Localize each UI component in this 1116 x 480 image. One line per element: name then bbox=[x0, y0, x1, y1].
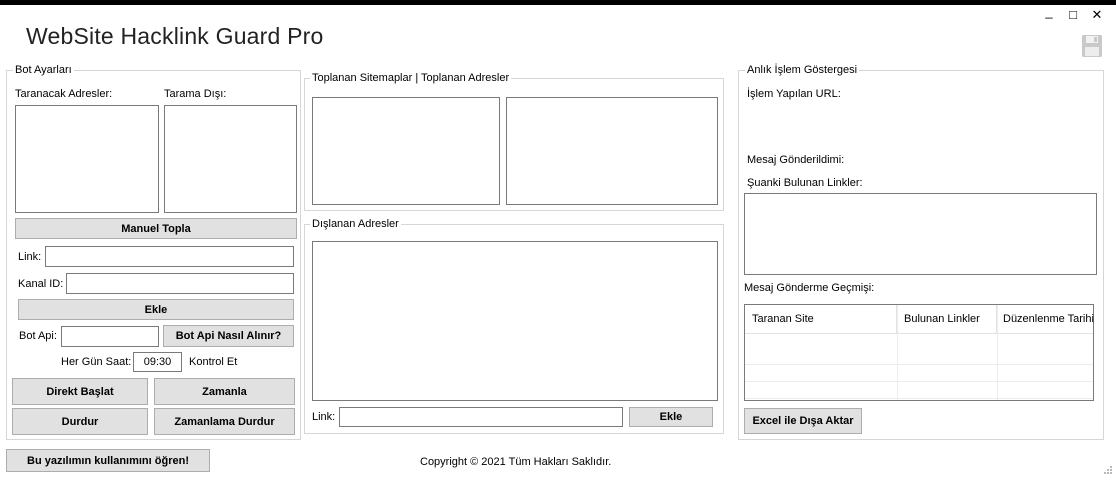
table-row[interactable] bbox=[745, 381, 1093, 399]
scan-exclude-list[interactable] bbox=[164, 105, 297, 213]
channel-id-label: Kanal ID: bbox=[18, 278, 64, 290]
learn-usage-button[interactable]: Bu yazılımın kullanımını öğren! bbox=[6, 449, 210, 472]
link-label: Link: bbox=[18, 251, 42, 263]
excluded-list[interactable] bbox=[312, 241, 718, 401]
manual-collect-button[interactable]: Manuel Topla bbox=[15, 218, 297, 239]
daily-time-label: Her Gün Saat: bbox=[61, 356, 132, 368]
collected-sitemaps-list[interactable] bbox=[312, 97, 500, 205]
current-links-list[interactable] bbox=[744, 193, 1097, 275]
link-input[interactable] bbox=[45, 246, 294, 267]
collected-addresses-list[interactable] bbox=[506, 97, 718, 205]
minimize-button[interactable]: _ bbox=[1041, 4, 1057, 20]
live-status-legend: Anlık İşlem Göstergesi bbox=[745, 64, 860, 76]
history-table[interactable]: Taranan Site Bulunan Linkler Düzenlenme … bbox=[744, 304, 1094, 401]
excluded-link-input[interactable] bbox=[339, 407, 623, 427]
top-border bbox=[0, 0, 1116, 5]
message-sent-label: Mesaj Gönderildimi: bbox=[747, 154, 845, 166]
stop-schedule-button[interactable]: Zamanlama Durdur bbox=[154, 408, 295, 435]
resize-grip-icon[interactable] bbox=[1103, 465, 1113, 477]
floppy-disk-icon[interactable] bbox=[1081, 34, 1103, 58]
table-header: Taranan Site Bulunan Linkler Düzenlenme … bbox=[745, 305, 1095, 334]
collected-legend: Toplanan Sitemaplar | Toplanan Adresler bbox=[310, 72, 512, 84]
scan-exclude-label: Tarama Dışı: bbox=[164, 88, 227, 100]
time-input[interactable] bbox=[133, 352, 182, 372]
excluded-legend: Dışlanan Adresler bbox=[310, 218, 401, 230]
add-button[interactable]: Ekle bbox=[18, 299, 294, 320]
start-now-button[interactable]: Direkt Başlat bbox=[12, 378, 148, 405]
column-divider bbox=[997, 305, 998, 400]
maximize-button[interactable]: □ bbox=[1065, 7, 1081, 23]
schedule-button[interactable]: Zamanla bbox=[154, 378, 295, 405]
excluded-add-button[interactable]: Ekle bbox=[629, 407, 713, 427]
excluded-link-label: Link: bbox=[312, 411, 336, 423]
check-label: Kontrol Et bbox=[189, 356, 238, 368]
app-title: WebSite Hacklink Guard Pro bbox=[26, 23, 324, 49]
bot-settings-legend: Bot Ayarları bbox=[13, 64, 74, 76]
scan-addresses-label: Taranacak Adresler: bbox=[15, 88, 113, 100]
column-header-edit-date[interactable]: Düzenlenme Tarihi bbox=[997, 305, 1095, 333]
column-divider bbox=[897, 305, 898, 400]
export-excel-button[interactable]: Excel ile Dışa Aktar bbox=[744, 408, 862, 434]
processed-url-label: İşlem Yapılan URL: bbox=[747, 88, 841, 100]
column-header-scanned-site[interactable]: Taranan Site bbox=[745, 305, 897, 333]
current-links-label: Şuanki Bulunan Linkler: bbox=[747, 177, 863, 189]
table-row[interactable] bbox=[745, 347, 1093, 365]
bot-api-help-button[interactable]: Bot Api Nasıl Alınır? bbox=[163, 325, 294, 347]
scan-addresses-list[interactable] bbox=[15, 105, 159, 213]
close-button[interactable]: ✕ bbox=[1089, 7, 1105, 23]
channel-id-input[interactable] bbox=[66, 273, 294, 294]
column-header-found-links[interactable]: Bulunan Linkler bbox=[897, 305, 997, 333]
copyright-text: Copyright © 2021 Tüm Hakları Saklıdır. bbox=[420, 456, 612, 468]
history-label: Mesaj Gönderme Geçmişi: bbox=[744, 282, 875, 294]
bot-api-input[interactable] bbox=[61, 326, 159, 347]
stop-button[interactable]: Durdur bbox=[12, 408, 148, 435]
table-row[interactable] bbox=[745, 364, 1093, 382]
bot-api-label: Bot Api: bbox=[19, 330, 57, 342]
